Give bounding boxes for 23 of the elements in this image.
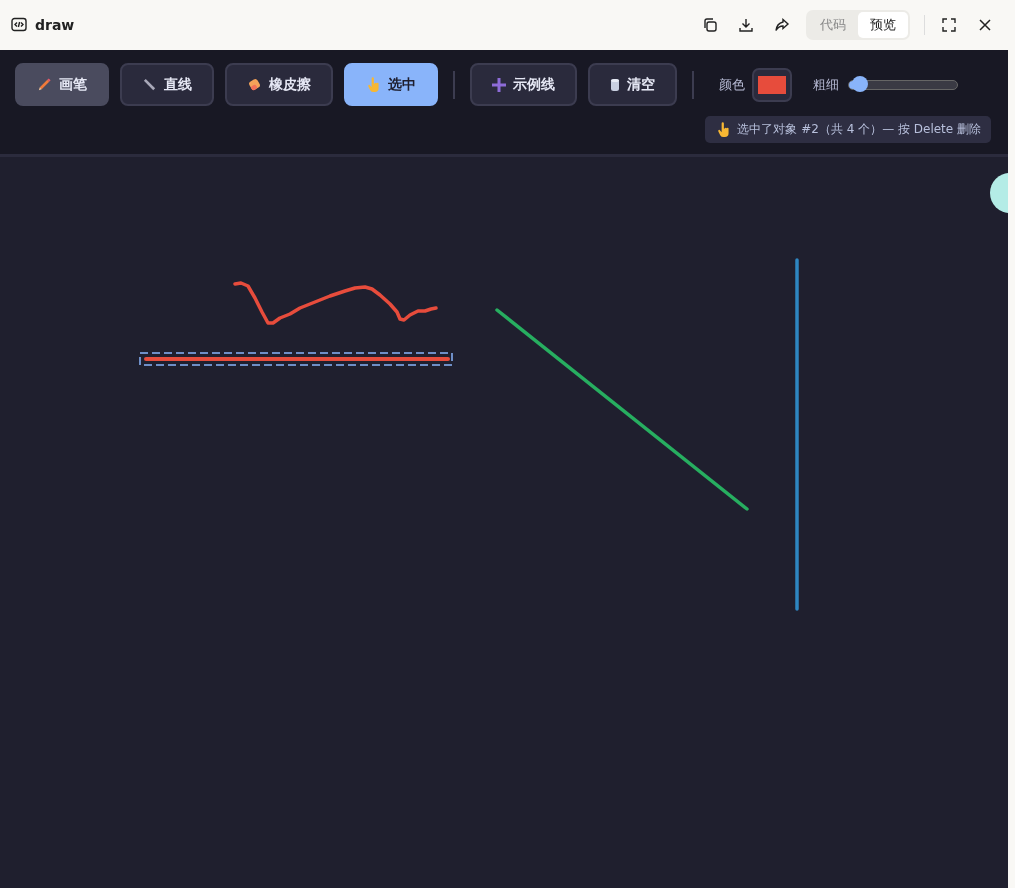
pointing-hand-icon xyxy=(366,76,381,93)
pencil-icon xyxy=(37,77,52,92)
slider-thumb[interactable] xyxy=(851,75,868,92)
ruler-icon xyxy=(142,77,157,92)
tool-button[interactable]: 橡皮擦 xyxy=(225,63,333,106)
action-button[interactable]: 示例线 xyxy=(470,63,577,106)
plus-icon xyxy=(492,77,506,92)
pointing-hand-icon xyxy=(716,121,732,138)
tool-button[interactable]: 直线 xyxy=(120,63,214,106)
tool-button[interactable]: 选中 xyxy=(344,63,438,106)
width-label: 粗细 xyxy=(813,75,839,94)
color-label: 颜色 xyxy=(719,75,745,94)
action-button[interactable]: 清空 xyxy=(588,63,677,106)
color-picker[interactable] xyxy=(752,67,792,102)
view-tab[interactable]: 预览 xyxy=(858,12,908,38)
width-slider[interactable] xyxy=(848,79,958,90)
trash-can-icon xyxy=(610,77,620,92)
selection-outline[interactable] xyxy=(139,352,453,366)
tool-button[interactable]: 画笔 xyxy=(15,63,109,106)
code-window-icon xyxy=(11,17,27,33)
window-title: draw xyxy=(35,17,75,33)
line-stroke[interactable] xyxy=(495,308,749,511)
status-text: 选中了对象 #2（共 4 个）— 按 Delete 删除 xyxy=(737,121,981,138)
